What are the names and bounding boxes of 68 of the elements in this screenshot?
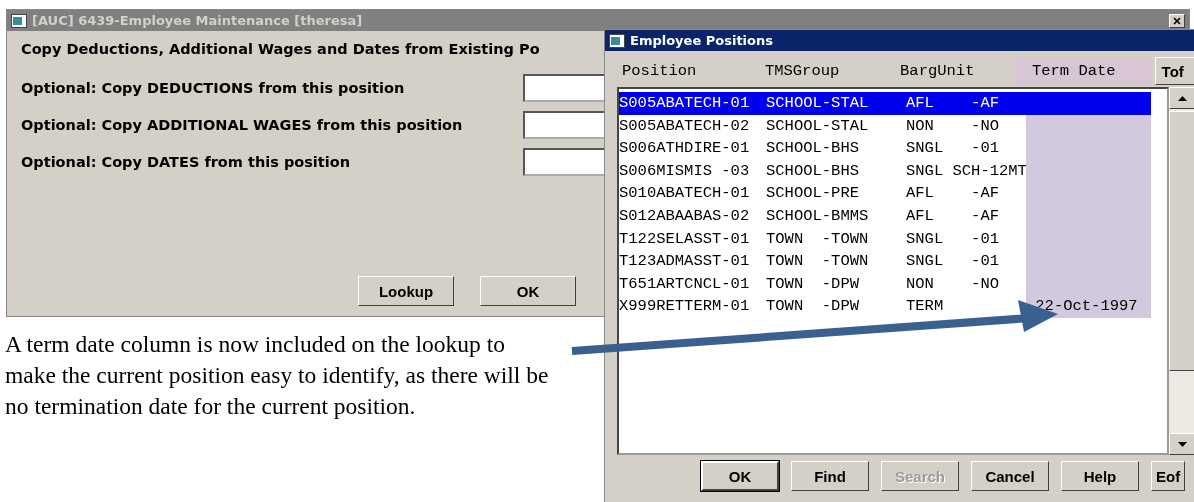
scrollbar[interactable] — [1169, 87, 1194, 455]
column-header[interactable]: BargUnit — [900, 57, 1016, 85]
scroll-up-button[interactable] — [1169, 87, 1194, 109]
group-cell-text: TOWN -TOWN — [766, 228, 870, 250]
dialog-button[interactable]: OK — [480, 276, 576, 306]
dialog-button[interactable]: OK — [701, 461, 779, 491]
annotation-text: A term date column is now included on the lookup to make the current position easy to identify, as there will be no termination date for the current position. — [5, 330, 550, 421]
position-cell-text: S010ABATECH-01 — [619, 183, 751, 205]
section-heading: Copy Deductions, Additional Wages and Dates from Existing Po — [21, 41, 540, 59]
window-title: [AUC] 6439-Employee Maintenance [theresa] — [32, 13, 364, 28]
unit-cell-text: SNGL -01 — [906, 138, 1000, 160]
group-cell-text: SCHOOL-BMMS — [766, 205, 870, 227]
unit-cell-text: SNGL -01 — [906, 228, 1000, 250]
column-header[interactable]: TMSGroup — [764, 57, 901, 85]
close-icon — [1173, 16, 1181, 25]
position-cell-text: S006ATHDIRE-01 — [619, 138, 751, 160]
dialog-button[interactable]: Help — [1061, 461, 1139, 491]
field-label: Optional: Copy DATES from this position — [21, 153, 351, 170]
group-cell-text: TOWN -DPW — [766, 296, 860, 318]
unit-cell-text: TERM — [906, 296, 945, 318]
unit-cell-text: NON -NO — [906, 273, 1000, 295]
top-button[interactable]: Tof — [1154, 57, 1194, 85]
app-icon — [11, 13, 27, 28]
unit-cell-text: AFL -AF — [906, 183, 1000, 205]
list-row[interactable]: T123ADMASST-01 TOWN -TOWN SNGL -01 — [619, 250, 1151, 273]
dialog-button[interactable]: Lookup — [358, 276, 454, 306]
unit-cell-text: SNGL SCH-12MT — [906, 160, 1026, 182]
dialog-button[interactable]: Eof — [1151, 461, 1186, 491]
dialog-button[interactable]: Cancel — [971, 461, 1049, 491]
position-cell-text: S005ABATECH-02 — [619, 115, 751, 137]
window-title: Employee Positions — [630, 33, 774, 48]
position-cell-text: X999RETTERM-01 — [619, 296, 751, 318]
dialog-button[interactable]: Find — [791, 461, 869, 491]
up-arrow-icon — [1177, 95, 1187, 101]
unit-cell-text: SNGL -01 — [906, 251, 1000, 273]
close-button[interactable] — [1169, 13, 1185, 28]
column-header[interactable]: Term Date — [1015, 57, 1152, 85]
list-row[interactable]: S005ABATECH-02 SCHOOL-STAL NON -NO — [619, 114, 1151, 138]
position-cell-text: S006MISMIS -03 — [619, 160, 751, 182]
scroll-down-button[interactable] — [1169, 433, 1194, 455]
app-icon — [609, 33, 625, 48]
list-row[interactable]: S012ABAABAS-02 SCHOOL-BMMS AFL -AF — [619, 204, 1151, 228]
field-label: Optional: Copy DEDUCTIONS from this position — [21, 79, 406, 96]
list-row[interactable]: S006MISMIS -03 SCHOOL-BHS SNGL SCH-12MT — [619, 159, 1151, 183]
position-cell-text: S012ABAABAS-02 — [619, 205, 751, 227]
field-label: Optional: Copy ADDITIONAL WAGES from this position — [21, 116, 464, 133]
position-cell-text: T122SELASST-01 — [619, 228, 751, 250]
unit-cell-text: AFL -AF — [906, 205, 1000, 227]
group-cell-text: SCHOOL-BHS — [766, 138, 860, 160]
term-date-cell: 22-Oct-1997 — [1026, 295, 1151, 318]
down-arrow-icon — [1177, 441, 1187, 447]
list-row[interactable]: S010ABATECH-01 SCHOOL-PRE AFL -AF — [619, 182, 1151, 205]
list-row[interactable]: T122SELASST-01 TOWN -TOWN SNGL -01 — [619, 227, 1151, 251]
position-cell-text: S005ABATECH-01 — [619, 93, 751, 114]
list-row[interactable]: S006ATHDIRE-01 SCHOOL-BHS SNGL -01 — [619, 137, 1151, 160]
group-cell-text: TOWN -DPW — [766, 273, 860, 295]
column-header[interactable]: Position — [622, 57, 765, 85]
list-row[interactable]: S005ABATECH-01 SCHOOL-STAL AFL -AF — [619, 92, 1151, 115]
group-cell-text: TOWN -TOWN — [766, 251, 870, 273]
group-cell-text: SCHOOL-PRE — [766, 183, 860, 205]
group-cell-text: SCHOOL-STAL — [766, 93, 870, 114]
group-cell-text: SCHOOL-STAL — [766, 115, 870, 137]
position-cell-text: T651ARTCNCL-01 — [619, 273, 751, 295]
unit-cell-text: NON -NO — [906, 115, 1000, 137]
list-row[interactable]: T651ARTCNCL-01 TOWN -DPW NON -NO — [619, 272, 1151, 296]
group-cell-text: SCHOOL-BHS — [766, 160, 860, 182]
unit-cell-text: AFL -AF — [906, 93, 1000, 114]
position-cell-text: T123ADMASST-01 — [619, 251, 751, 273]
